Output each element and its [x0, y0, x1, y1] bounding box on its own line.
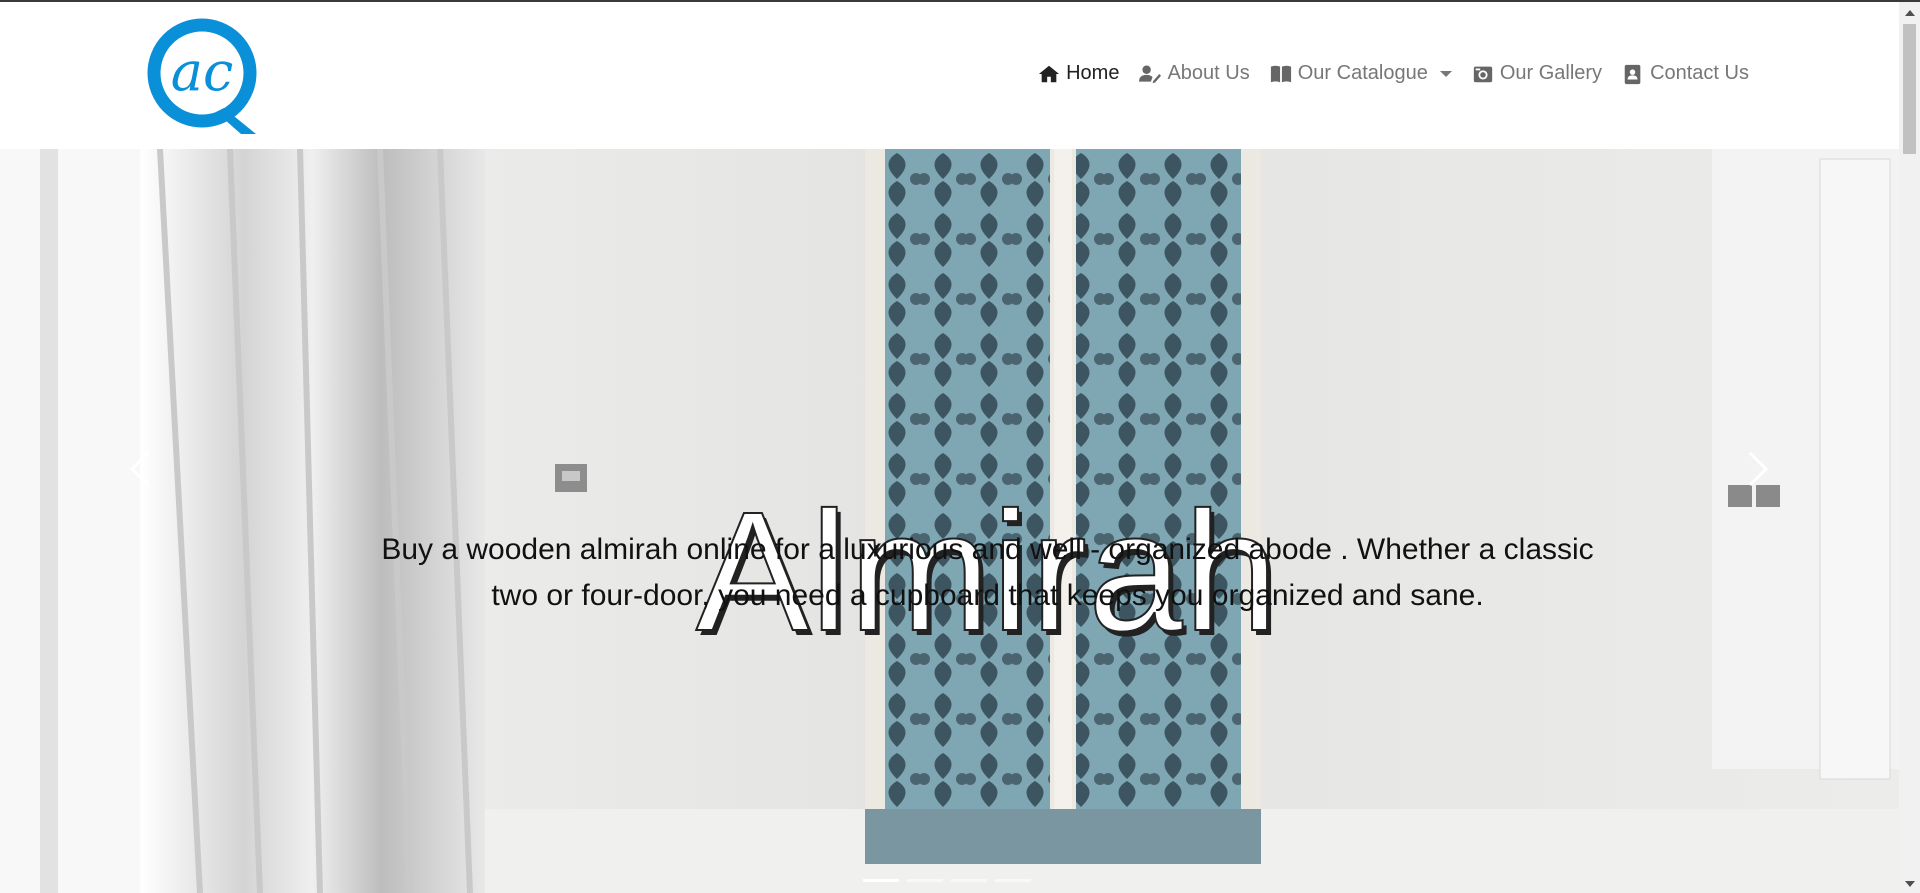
scroll-thumb[interactable] — [1903, 24, 1916, 154]
nav-contact[interactable]: Contact Us — [1622, 62, 1749, 85]
hero-description: Buy a wooden almirah online for a luxuri… — [381, 533, 1594, 612]
carousel-indicator[interactable] — [907, 879, 943, 882]
nav-gallery-label: Our Gallery — [1499, 62, 1603, 84]
nav-catalogue-label: Our Catalogue — [1297, 62, 1428, 84]
address-book-icon — [1624, 64, 1641, 84]
carousel-indicators — [863, 879, 1031, 882]
page-scrollbar[interactable] — [1899, 2, 1920, 893]
nav-gallery[interactable]: Our Gallery — [1472, 62, 1602, 85]
site-logo[interactable]: ac — [146, 16, 264, 136]
chevron-down-icon — [1439, 70, 1452, 77]
book-open-icon — [1270, 65, 1291, 82]
carousel-prev-button[interactable] — [110, 439, 170, 499]
nav-about-label: About Us — [1167, 62, 1250, 84]
main-nav: Home About Us Our Catalogue Our Gallery … — [1038, 62, 1749, 85]
chevron-right-icon — [1748, 451, 1769, 487]
carousel-indicator[interactable] — [951, 879, 987, 882]
nav-home[interactable]: Home — [1038, 62, 1119, 85]
nav-about[interactable]: About Us — [1139, 62, 1250, 85]
scroll-down-icon[interactable] — [1905, 881, 1915, 887]
user-edit-icon — [1139, 65, 1162, 83]
nav-catalogue-dropdown[interactable]: Our Catalogue — [1270, 62, 1452, 85]
hero-carousel: Almirah Buy a wooden almirah online for … — [0, 149, 1899, 893]
nav-contact-label: Contact Us — [1650, 62, 1749, 84]
camera-icon — [1473, 66, 1492, 82]
site-header: ac Home About Us Our Catalogue Our Galle… — [0, 2, 1899, 149]
carousel-indicator[interactable] — [995, 879, 1031, 882]
chevron-left-icon — [129, 451, 150, 487]
carousel-indicator[interactable] — [863, 879, 899, 882]
svg-text:ac: ac — [171, 40, 233, 103]
home-icon — [1039, 65, 1060, 82]
nav-home-label: Home — [1066, 62, 1120, 84]
scroll-up-icon[interactable] — [1905, 10, 1915, 16]
carousel-next-button[interactable] — [1728, 439, 1788, 499]
